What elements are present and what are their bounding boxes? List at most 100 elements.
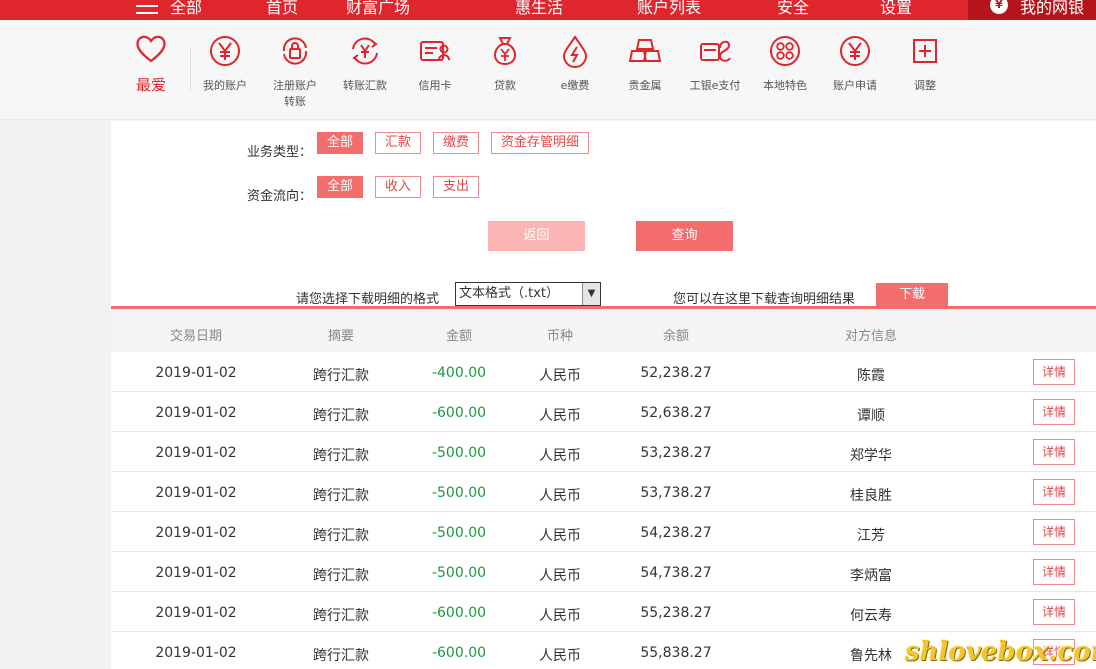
download-hint: 您可以在这里下载查询明细结果 xyxy=(673,292,856,307)
business-option-payment[interactable]: 缴费 xyxy=(433,132,480,154)
business-option-remit[interactable]: 汇款 xyxy=(375,132,422,154)
nav-security[interactable]: 安全 xyxy=(777,0,809,18)
dots-circle-icon xyxy=(770,36,800,66)
my-bank-label: 我的网银 xyxy=(1020,0,1085,17)
detail-button[interactable]: 详情 xyxy=(1033,479,1075,505)
cell-amount: -500.00 xyxy=(431,525,487,541)
cell-summary: 跨行汇款 xyxy=(313,368,369,384)
cell-date: 2019-01-02 xyxy=(155,365,237,381)
format-select[interactable]: 文本格式（.txt） ▼ xyxy=(455,282,601,306)
cell-date: 2019-01-02 xyxy=(155,525,237,541)
back-button[interactable]: 返回 xyxy=(488,221,585,251)
nav-all[interactable]: 全部 xyxy=(170,0,202,18)
nav-home[interactable]: 首页 xyxy=(266,0,298,18)
download-format-prompt: 请您选择下载明细的格式 xyxy=(296,292,440,307)
icon-adjust[interactable]: 调整 xyxy=(893,34,957,94)
gold-bars-icon xyxy=(628,39,662,62)
my-bank-button[interactable]: ¥ 我的网银 xyxy=(968,0,1096,20)
icon-label: 贷款 xyxy=(494,79,516,92)
icon-label: 贵金属 xyxy=(628,79,662,92)
cell-balance: 55,238.27 xyxy=(640,605,712,621)
flow-option-expense[interactable]: 支出 xyxy=(433,176,480,198)
cell-counterparty: 谭顺 xyxy=(857,408,885,424)
nav-settings[interactable]: 设置 xyxy=(880,0,912,18)
nav-life[interactable]: 惠生活 xyxy=(515,0,563,18)
watermark: shlovebox.com xyxy=(905,637,1096,667)
cell-summary: 跨行汇款 xyxy=(313,528,369,544)
cell-counterparty: 李炳富 xyxy=(850,568,892,584)
detail-button[interactable]: 详情 xyxy=(1033,439,1075,465)
divider xyxy=(190,48,191,90)
cell-date: 2019-01-02 xyxy=(155,565,237,581)
query-button[interactable]: 查询 xyxy=(636,221,733,251)
credit-card-icon xyxy=(420,41,450,61)
icon-label: 转账汇款 xyxy=(343,79,387,92)
detail-button[interactable]: 详情 xyxy=(1033,559,1075,585)
cell-currency: 人民币 xyxy=(539,488,581,504)
filter-panel: 业务类型： 全部 汇款 缴费 资金存管明细 资金流向： 全部 收入 支出 返回 … xyxy=(111,121,1096,276)
cell-date: 2019-01-02 xyxy=(155,405,237,421)
cell-counterparty: 何云寿 xyxy=(850,608,892,624)
icon-icbc-epay[interactable]: 工银e支付 xyxy=(683,34,747,94)
icon-transfer[interactable]: 转账汇款 xyxy=(333,34,397,94)
cell-amount: -600.00 xyxy=(431,645,487,661)
favorites-label: 最爱 xyxy=(135,76,166,94)
cell-summary: 跨行汇款 xyxy=(313,488,369,504)
cell-amount: -400.00 xyxy=(431,365,487,381)
icon-my-account[interactable]: 我的账户 xyxy=(193,34,257,94)
cell-currency: 人民币 xyxy=(539,608,581,624)
heart-icon xyxy=(136,35,166,63)
cell-summary: 跨行汇款 xyxy=(313,648,369,664)
cell-currency: 人民币 xyxy=(539,368,581,384)
icon-label: e缴费 xyxy=(560,79,590,92)
cell-counterparty: 陈霞 xyxy=(857,368,885,384)
business-option-custody[interactable]: 资金存管明细 xyxy=(491,132,590,154)
icon-local-feature[interactable]: 本地特色 xyxy=(753,34,817,94)
flow-option-income[interactable]: 收入 xyxy=(375,176,422,198)
menu-icon[interactable] xyxy=(136,0,158,16)
nav-accounts[interactable]: 账户列表 xyxy=(637,0,701,18)
download-button[interactable]: 下载 xyxy=(876,283,948,307)
cell-summary: 跨行汇款 xyxy=(313,408,369,424)
coin-icon: ¥ xyxy=(990,0,1008,14)
icon-label: 注册账户转账 xyxy=(273,79,317,108)
cell-balance: 54,238.27 xyxy=(640,525,712,541)
flow-option-all[interactable]: 全部 xyxy=(317,176,364,198)
header-counterparty: 对方信息 xyxy=(844,329,897,344)
plus-square-icon xyxy=(913,39,937,63)
icon-precious-metal[interactable]: 贵金属 xyxy=(613,34,677,94)
icon-label: 本地特色 xyxy=(763,79,807,92)
business-option-all[interactable]: 全部 xyxy=(317,132,364,154)
icon-registered-transfer[interactable]: 注册账户转账 xyxy=(263,34,327,110)
favorites-button[interactable]: 最爱 xyxy=(128,34,174,95)
detail-button[interactable]: 详情 xyxy=(1033,359,1075,385)
detail-button[interactable]: 详情 xyxy=(1033,519,1075,545)
yuan-circle-icon xyxy=(210,36,240,66)
lock-cycle-icon xyxy=(282,37,308,65)
table-row: 2019-01-02 跨行汇款 -500.00 人民币 54,738.27 李炳富 详情 xyxy=(111,552,1096,592)
money-bag-icon xyxy=(494,37,516,66)
cell-amount: -500.00 xyxy=(431,485,487,501)
cell-balance: 52,238.27 xyxy=(640,365,712,381)
cell-currency: 人民币 xyxy=(539,448,581,464)
quick-icon-bar: 最爱 我的账户 注册账户转账 转账汇款 信用卡 贷款 e缴费 贵金属 工银e支付… xyxy=(0,20,1096,120)
cell-date: 2019-01-02 xyxy=(155,445,237,461)
chevron-down-icon[interactable]: ▼ xyxy=(582,283,600,305)
table-row: 2019-01-02 跨行汇款 -500.00 人民币 54,238.27 江芳 详情 xyxy=(111,512,1096,552)
detail-button[interactable]: 详情 xyxy=(1033,599,1075,625)
nav-wealth[interactable]: 财富广场 xyxy=(346,0,410,18)
icon-loan[interactable]: 贷款 xyxy=(473,34,537,94)
table-row: 2019-01-02 跨行汇款 -600.00 人民币 55,238.27 何云寿 详情 xyxy=(111,592,1096,632)
table-row: 2019-01-02 跨行汇款 -500.00 人民币 53,238.27 郑学华 详情 xyxy=(111,432,1096,472)
detail-button[interactable]: 详情 xyxy=(1033,399,1075,425)
icon-account-apply[interactable]: 账户申请 xyxy=(823,34,887,94)
icon-epayment[interactable]: e缴费 xyxy=(543,34,607,94)
transactions-table: 交易日期 摘要 金额 币种 余额 对方信息 2019-01-02 跨行汇款 -400… xyxy=(111,312,1096,669)
cell-counterparty: 郑学华 xyxy=(850,448,892,464)
cell-balance: 55,838.27 xyxy=(640,645,712,661)
table-header: 交易日期 摘要 金额 币种 余额 对方信息 xyxy=(111,312,1096,352)
cell-balance: 52,638.27 xyxy=(640,405,712,421)
icon-credit-card[interactable]: 信用卡 xyxy=(403,34,467,94)
table-row: 2019-01-02 跨行汇款 -500.00 人民币 53,738.27 桂良胜 详情 xyxy=(111,472,1096,512)
fund-flow-label: 资金流向： xyxy=(247,189,313,204)
